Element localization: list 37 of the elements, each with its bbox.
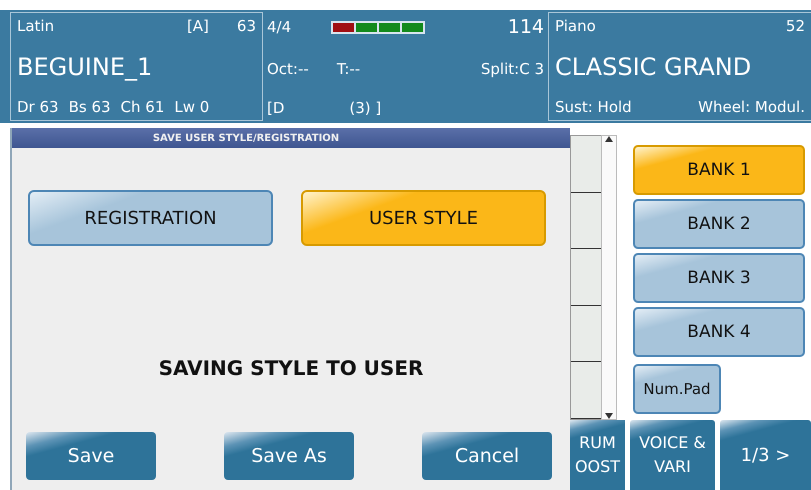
sustain-label: Sust: Hold [555,98,632,116]
tempo-value: 114 [508,16,544,38]
voice-category: Piano [555,17,597,35]
dialog-button[interactable]: Save As [224,432,354,480]
dialog-button[interactable]: Save [26,432,156,480]
chord-label: [D [267,99,284,117]
part-volume: Dr 63 [17,98,59,116]
mode-button[interactable]: REGISTRATION [28,190,273,246]
dialog-button[interactable]: Cancel [422,432,552,480]
part-volume: Lw 0 [174,98,210,116]
status-message: SAVING STYLE TO USER [158,356,424,380]
bank-button[interactable]: BANK 2 [633,199,805,249]
dialog-title: SAVE USER STYLE/REGISTRATION [12,128,570,148]
nav-button[interactable]: RUM OOST [570,420,625,490]
voice-name: CLASSIC GRAND [555,52,752,80]
num-pad-button[interactable]: Num.Pad [633,364,721,414]
chord-count: (3) ] [349,99,382,117]
nav-button[interactable]: 1/3 > [720,420,811,490]
transpose-label: T:-- [336,60,360,78]
wheel-label: Wheel: Modul. [698,98,805,116]
voice-number: 52 [786,17,805,35]
variation-label: [A] [186,17,209,35]
split-label: Split:C 3 [480,60,544,78]
bank-button[interactable]: BANK 4 [633,307,805,357]
bank-button[interactable]: BANK 3 [633,253,805,303]
bank-button[interactable]: BANK 1 [633,145,805,195]
time-signature: 4/4 [267,18,292,36]
part-volume: Bs 63 [68,98,111,116]
style-category: Latin [17,17,56,35]
scroll-up-icon[interactable] [605,136,613,142]
style-name: BEGUINE_1 [17,52,154,80]
scrollbar[interactable] [601,135,617,420]
nav-button[interactable]: VOICE & VARI [630,420,715,490]
octave-label: Oct:-- [267,60,309,78]
mode-button[interactable]: USER STYLE [301,190,546,246]
part-volume: Ch 61 [120,98,164,116]
style-volume: 63 [236,17,256,35]
